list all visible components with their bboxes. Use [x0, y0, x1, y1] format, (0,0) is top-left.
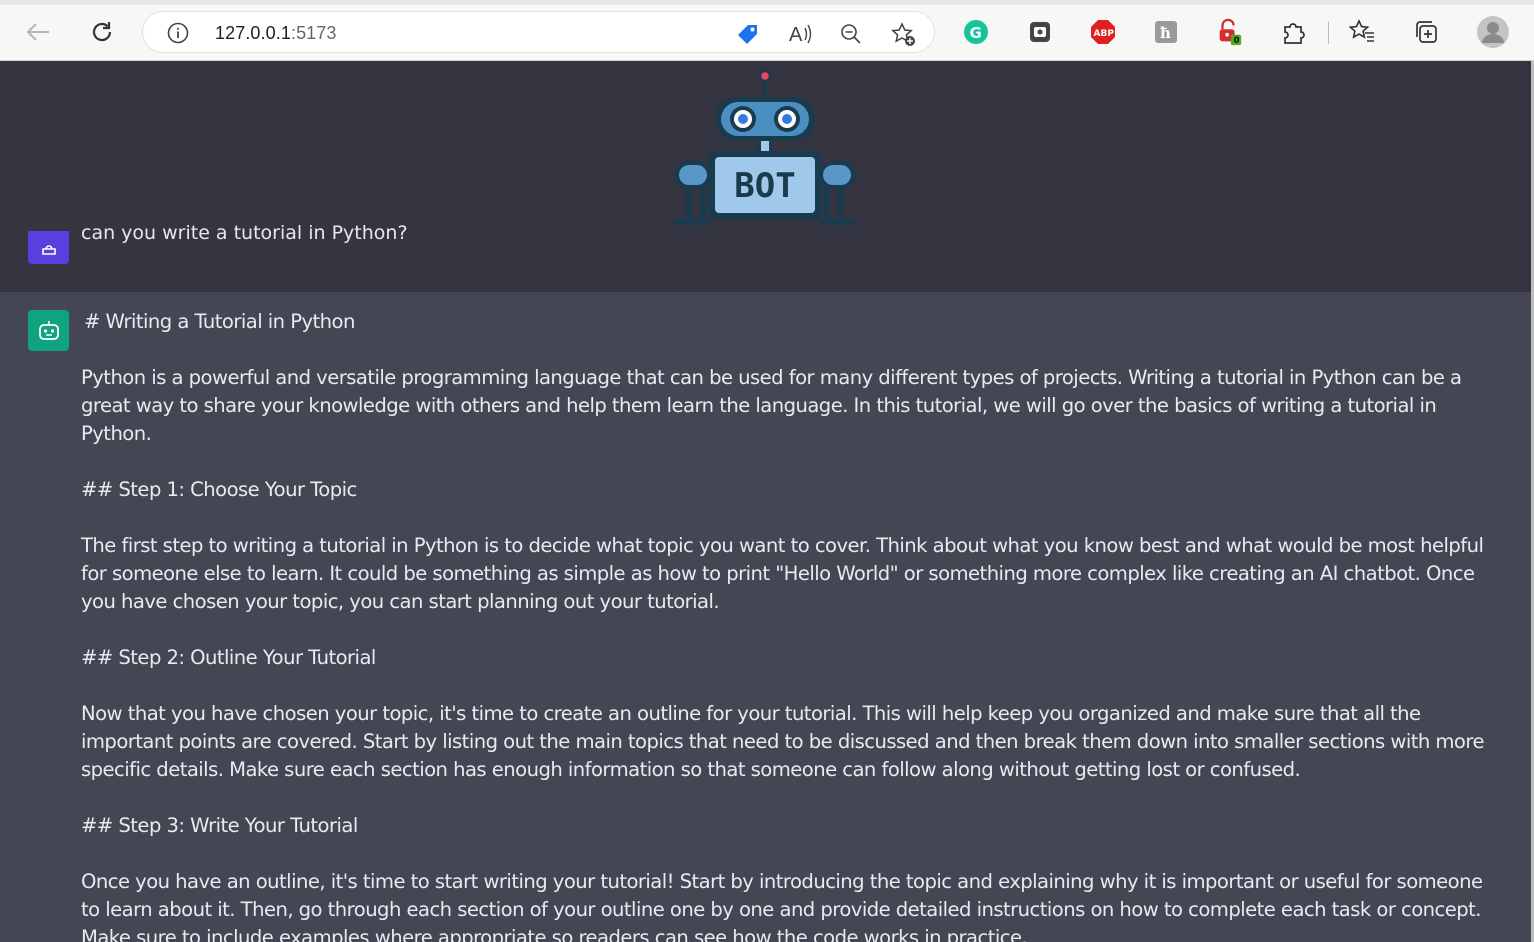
site-info-icon[interactable] [167, 22, 189, 44]
screen-capture-icon[interactable] [1026, 18, 1054, 46]
user-message-text: can you write a tutorial in Python? [81, 222, 408, 244]
zoom-out-icon[interactable] [839, 22, 863, 46]
bot-avatar-icon [28, 310, 69, 351]
browser-toolbar: 127.0.0.1:5173 A G ABP ħ 0 [0, 0, 1534, 61]
profile-avatar[interactable] [1476, 15, 1510, 49]
bot-message-row: # Writing a Tutorial in Python Python is… [0, 292, 1531, 942]
svg-text:0: 0 [1234, 35, 1240, 45]
bot-paragraph: Python is a powerful and versatile progr… [81, 366, 1462, 445]
user-avatar-icon [28, 231, 69, 264]
extensions-puzzle-icon[interactable] [1279, 18, 1307, 46]
bot-heading: # Writing a Tutorial in Python [84, 310, 355, 333]
bot-paragraph: The first step to writing a tutorial in … [81, 534, 1484, 613]
bot-subheading: ## Step 1: Choose Your Topic [81, 478, 357, 501]
favorites-icon[interactable] [1348, 18, 1376, 46]
bot-logo: BOT [674, 69, 856, 225]
svg-text:A: A [789, 24, 803, 46]
grammarly-icon[interactable]: G [962, 18, 990, 46]
bot-paragraph: Now that you have chosen your topic, it'… [81, 702, 1485, 781]
svg-text:ħ: ħ [1160, 24, 1171, 42]
hypothesis-icon[interactable]: ħ [1152, 18, 1180, 46]
adblock-icon[interactable]: ABP [1089, 18, 1117, 46]
address-bar[interactable]: 127.0.0.1:5173 A [142, 11, 935, 53]
url-host: 127.0.0.1 [215, 23, 291, 43]
collections-icon[interactable] [1412, 18, 1440, 46]
url-port: :5173 [290, 23, 337, 43]
bot-subheading: ## Step 2: Outline Your Tutorial [81, 646, 376, 669]
bot-subheading: ## Step 3: Write Your Tutorial [81, 814, 358, 837]
url-text[interactable]: 127.0.0.1:5173 [215, 23, 337, 44]
refresh-icon[interactable] [84, 14, 120, 50]
chat-header: can you write a tutorial in Python? BOT [0, 61, 1531, 292]
bot-message-text: # Writing a Tutorial in Python Python is… [81, 308, 1506, 942]
tab-strip [0, 0, 1534, 5]
bot-paragraph: Once you have an outline, it's time to s… [81, 870, 1483, 942]
svg-text:ABP: ABP [1094, 29, 1115, 39]
bot-logo-text: BOT [734, 166, 795, 206]
svg-text:G: G [970, 24, 982, 42]
lock-extension-icon[interactable]: 0 [1215, 18, 1243, 46]
tag-icon[interactable] [735, 22, 759, 46]
add-favorite-icon[interactable] [891, 22, 915, 46]
back-arrow-icon[interactable] [20, 14, 56, 50]
read-aloud-icon[interactable]: A [788, 22, 812, 46]
toolbar-separator [1328, 22, 1329, 44]
chat-app: can you write a tutorial in Python? BOT … [0, 61, 1534, 942]
